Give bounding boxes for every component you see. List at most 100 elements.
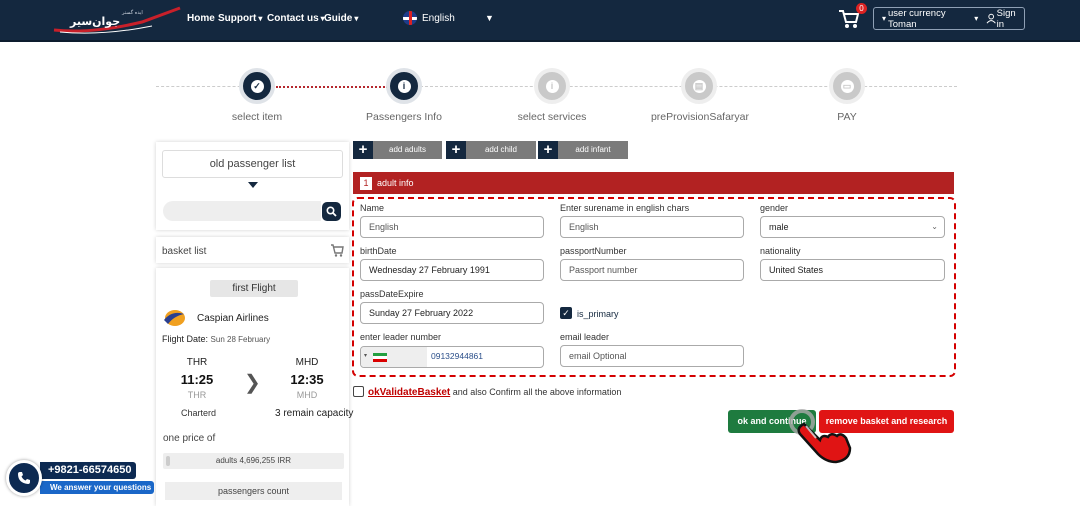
origin-time: 11:25 <box>180 372 214 387</box>
passenger-search-input[interactable] <box>163 201 321 221</box>
card-icon: ▭ <box>840 79 854 93</box>
user-icon <box>986 13 997 24</box>
plus-icon: + <box>446 141 466 159</box>
nav-support[interactable]: Support ▾ <box>218 13 262 24</box>
add-infant-button[interactable]: + add infant <box>538 141 628 159</box>
contact-widget[interactable]: +9821-66574650 We answer your questions <box>6 460 154 498</box>
site-logo[interactable]: جوان‌سیر ایده گستر <box>52 4 182 36</box>
leader-number-value: 09132944861 <box>431 351 484 361</box>
passengers-count: passengers count <box>165 482 342 500</box>
cart-badge: 0 <box>856 3 867 14</box>
dest-time: 12:35 <box>290 372 324 387</box>
leader-number-input[interactable]: ▾ 09132944861 <box>360 346 544 368</box>
one-price-label: one price of <box>163 433 216 444</box>
step-label: PAY <box>837 111 857 123</box>
chevron-down-icon: ▾ <box>974 14 979 23</box>
birthdate-input[interactable]: Wednesday 27 February 1991 <box>360 259 544 281</box>
currency-signin-box: ▾ user currency Toman ▾ Sign in <box>873 7 1025 30</box>
add-adults-button[interactable]: + add adults <box>353 141 442 159</box>
price-line: adults 4,696,255 IRR <box>163 453 344 469</box>
nav-guide[interactable]: Guide ▾ <box>324 13 358 24</box>
info-icon: i <box>397 79 411 93</box>
basket-list-label[interactable]: basket list <box>162 246 206 257</box>
iran-flag-icon <box>373 353 387 362</box>
country-code-selector[interactable]: ▾ <box>361 347 427 367</box>
chevron-down-icon: ▾ <box>258 14 263 23</box>
agree-checkbox[interactable] <box>353 386 364 397</box>
plus-icon: + <box>353 141 373 159</box>
currency-selector[interactable]: user currency Toman <box>888 8 971 30</box>
info-icon: i <box>545 79 559 93</box>
birthdate-label: birthDate <box>360 246 397 256</box>
plus-icon: + <box>538 141 558 159</box>
step-select-item[interactable]: ✓ <box>239 68 275 104</box>
svg-text:جوان‌سیر: جوان‌سیر <box>69 15 120 28</box>
origin-code: THR <box>186 357 208 368</box>
flight-date: Flight Date: Sun 28 February <box>162 334 271 344</box>
step-passengers-info[interactable]: i <box>386 68 422 104</box>
step-select-services[interactable]: i <box>534 68 570 104</box>
email-leader-input[interactable]: email Optional <box>560 345 744 367</box>
gender-label: gender <box>760 203 789 213</box>
nav-contact[interactable]: Contact us ▾ <box>267 13 325 24</box>
is-primary-label: is_primary <box>577 309 619 319</box>
name-input[interactable]: English <box>360 216 544 238</box>
pass-expire-input[interactable]: Sunday 27 February 2022 <box>360 302 544 324</box>
check-icon: ✓ <box>250 79 264 93</box>
nationality-label: nationality <box>760 246 801 256</box>
basket-icon[interactable] <box>330 243 344 257</box>
gender-select[interactable]: male ⌄ <box>760 216 945 238</box>
search-icon <box>326 206 337 217</box>
caspian-airlines-logo <box>164 310 185 326</box>
clipboard-icon: ▤ <box>692 79 706 93</box>
chevron-down-icon: ⌄ <box>931 222 938 231</box>
add-child-button[interactable]: + add child <box>446 141 536 159</box>
airline-name: Caspian Airlines <box>197 313 269 324</box>
remaining-capacity: 3 remain capacity <box>275 408 354 419</box>
pass-expire-label: passDateExpire <box>360 289 424 299</box>
caret-down-icon[interactable]: ▼ <box>485 13 494 23</box>
contact-subtitle: We answer your questions <box>40 481 154 494</box>
passport-input[interactable]: Passport number <box>560 259 744 281</box>
top-header: جوان‌سیر ایده گستر Home Support ▾ Contact… <box>0 0 1080 42</box>
flight-tag: first Flight <box>210 280 298 297</box>
dest-sub: MHD <box>296 390 318 400</box>
surname-label: Enter surename in english chars <box>560 203 690 213</box>
ok-validate-basket-link[interactable]: okValidateBasket <box>368 387 450 398</box>
leader-number-label: enter leader number <box>360 332 442 342</box>
triangle-down-icon[interactable] <box>248 182 258 188</box>
step-label: select item <box>231 111 283 123</box>
flight-type: Charterd <box>181 408 217 418</box>
svg-text:ایده گستر: ایده گستر <box>121 9 143 16</box>
dest-code: MHD <box>295 357 319 368</box>
adult-index: 1 <box>360 176 372 190</box>
caret-down-icon: ▾ <box>364 353 368 359</box>
phone-icon <box>6 460 42 496</box>
pointing-hand-icon <box>789 409 852 464</box>
uk-flag-icon <box>403 11 417 25</box>
sign-in-link[interactable]: Sign in <box>986 8 1024 30</box>
chevron-down-icon: ▾ <box>882 14 887 23</box>
step-label: preProvisionSafaryar <box>650 111 750 123</box>
adult-info-header: 1 adult info <box>353 172 954 194</box>
nationality-input[interactable]: United States <box>760 259 945 281</box>
step-preprovision[interactable]: ▤ <box>681 68 717 104</box>
step-pay[interactable]: ▭ <box>829 68 865 104</box>
passport-label: passportNumber <box>560 246 627 256</box>
search-button[interactable] <box>322 202 341 221</box>
agree-text: okValidateBasket and also Confirm all th… <box>368 387 622 398</box>
email-leader-label: email leader <box>560 332 610 342</box>
step-label: Passengers Info <box>366 111 442 123</box>
steps-line-active <box>276 86 388 88</box>
chevron-right-icon: ❯ <box>244 372 261 394</box>
chevron-down-icon: ▾ <box>354 14 359 23</box>
step-label: select services <box>517 111 587 123</box>
language-selector[interactable]: English <box>403 11 455 25</box>
name-label: Name <box>360 203 385 213</box>
is-primary-checkbox[interactable]: ✓ <box>560 307 572 319</box>
origin-sub: THR <box>187 390 207 400</box>
old-passenger-list-button[interactable]: old passenger list <box>162 150 343 178</box>
nav-home[interactable]: Home <box>187 13 215 24</box>
contact-phone: +9821-66574650 <box>40 462 136 479</box>
surname-input[interactable]: English <box>560 216 744 238</box>
